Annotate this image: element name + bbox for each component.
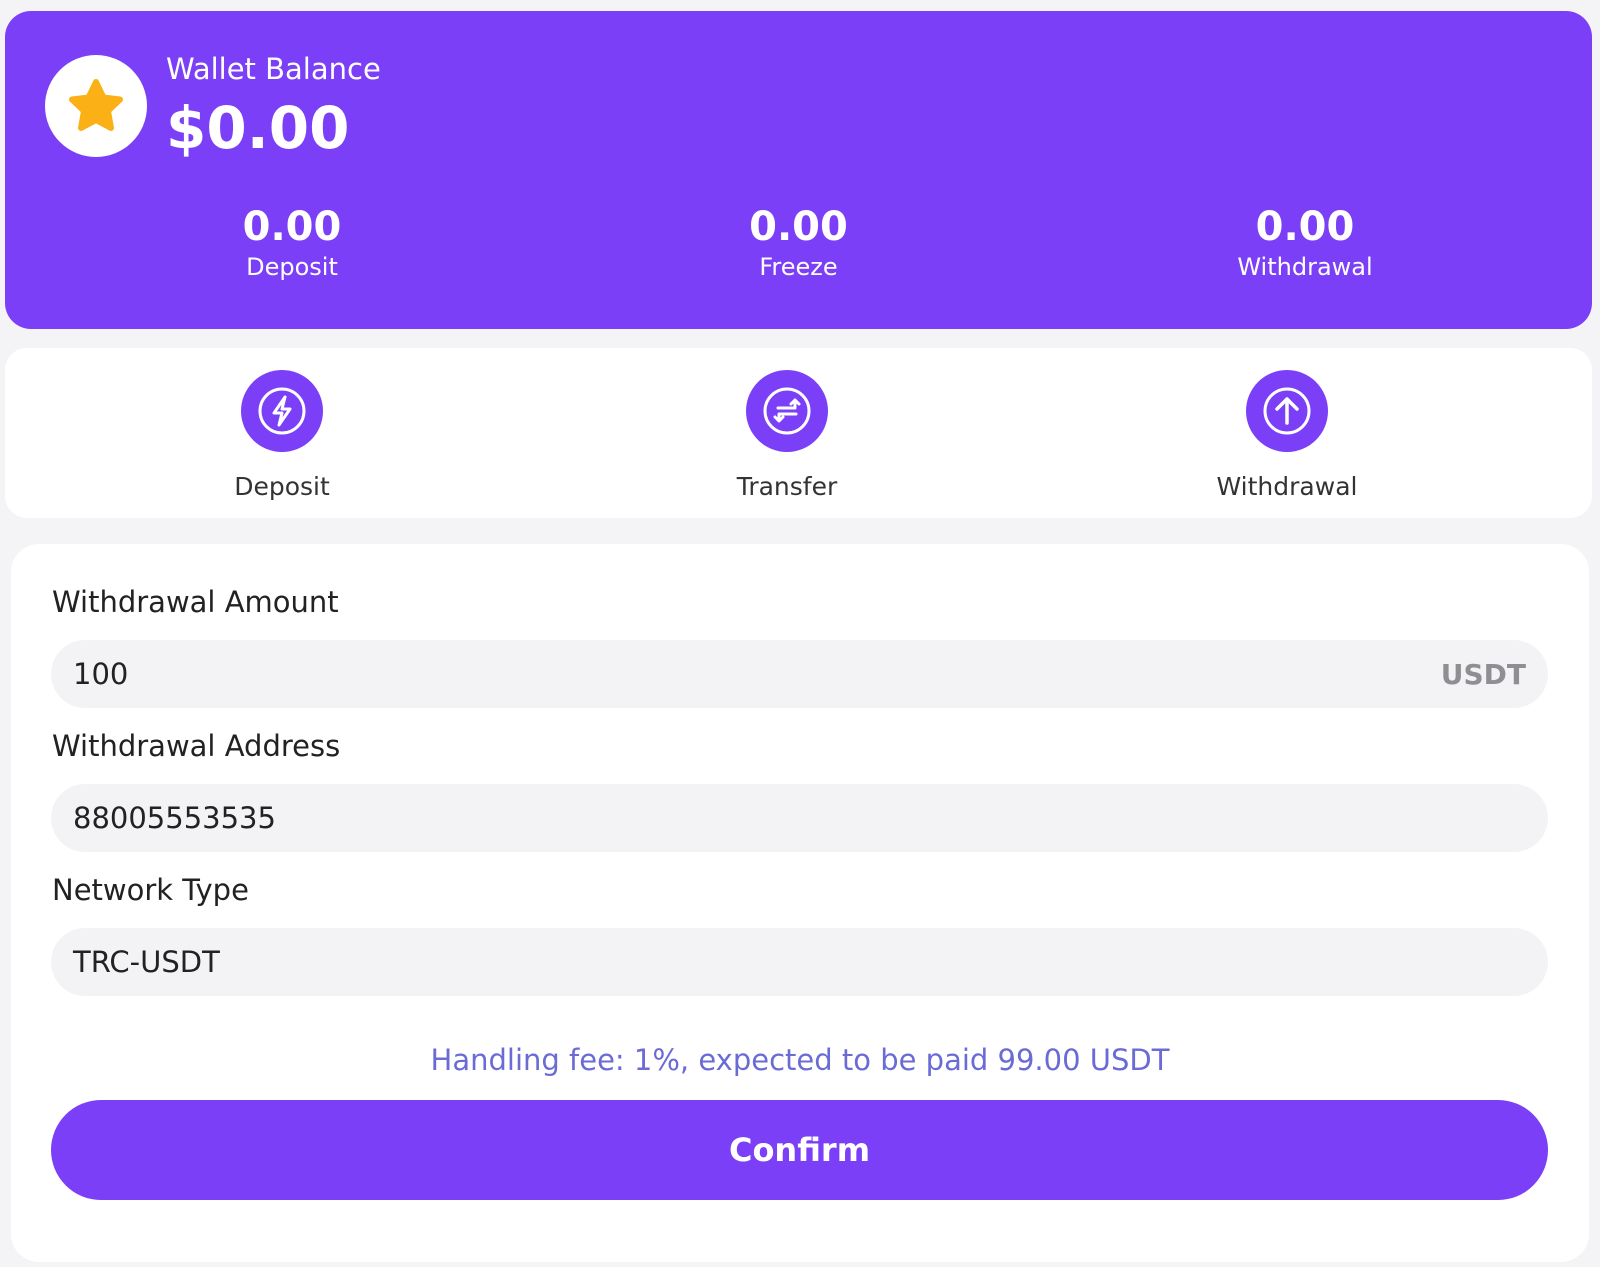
wallet-balance-card: Wallet Balance $0.00 0.00 Deposit 0.00 F… bbox=[5, 11, 1592, 329]
deposit-label: Deposit bbox=[234, 472, 330, 501]
confirm-button[interactable]: Confirm bbox=[51, 1100, 1548, 1200]
stat-freeze: 0.00 Freeze bbox=[639, 203, 959, 282]
balance-stats: 0.00 Deposit 0.00 Freeze 0.00 Withdrawal bbox=[5, 203, 1592, 282]
deposit-icon-circle bbox=[241, 370, 323, 452]
balance-label: Wallet Balance bbox=[166, 52, 381, 86]
network-select[interactable]: TRC-USDT bbox=[51, 928, 1548, 996]
actions-card: Deposit Transfer Withdrawal bbox=[5, 348, 1592, 518]
avatar bbox=[45, 55, 147, 157]
stat-withdrawal-value: 0.00 bbox=[1255, 204, 1355, 250]
deposit-button[interactable]: Deposit bbox=[182, 370, 382, 502]
star-icon bbox=[69, 79, 123, 131]
transfer-icon-circle bbox=[746, 370, 828, 452]
withdrawal-label: Withdrawal bbox=[1216, 472, 1358, 501]
amount-label: Withdrawal Amount bbox=[52, 585, 339, 619]
transfer-arrows-icon bbox=[763, 387, 811, 435]
amount-input[interactable]: 100 USDT bbox=[51, 640, 1548, 708]
transfer-button[interactable]: Transfer bbox=[687, 370, 887, 502]
lightning-icon bbox=[258, 387, 306, 435]
stat-withdrawal: 0.00 Withdrawal bbox=[1145, 203, 1465, 282]
stat-deposit: 0.00 Deposit bbox=[132, 203, 452, 282]
address-input[interactable]: 88005553535 bbox=[51, 784, 1548, 852]
amount-currency-suffix: USDT bbox=[1440, 657, 1526, 691]
stat-freeze-value: 0.00 bbox=[749, 204, 848, 250]
withdrawal-form: Withdrawal Amount 100 USDT Withdrawal Ad… bbox=[11, 544, 1589, 1262]
network-label: Network Type bbox=[52, 873, 249, 907]
amount-value: 100 bbox=[73, 657, 129, 691]
stat-deposit-value: 0.00 bbox=[242, 204, 342, 250]
arrow-up-icon bbox=[1263, 387, 1311, 435]
stat-deposit-label: Deposit bbox=[246, 253, 338, 281]
stat-freeze-label: Freeze bbox=[759, 253, 838, 281]
balance-value: $0.00 bbox=[166, 94, 350, 162]
stat-withdrawal-label: Withdrawal bbox=[1237, 253, 1373, 281]
address-value: 88005553535 bbox=[73, 801, 276, 835]
network-value: TRC-USDT bbox=[73, 945, 220, 979]
address-label: Withdrawal Address bbox=[52, 729, 341, 763]
withdrawal-button[interactable]: Withdrawal bbox=[1187, 370, 1387, 502]
withdrawal-icon-circle bbox=[1246, 370, 1328, 452]
transfer-label: Transfer bbox=[736, 472, 838, 501]
handling-fee-note: Handling fee: 1%, expected to be paid 99… bbox=[430, 1043, 1170, 1077]
